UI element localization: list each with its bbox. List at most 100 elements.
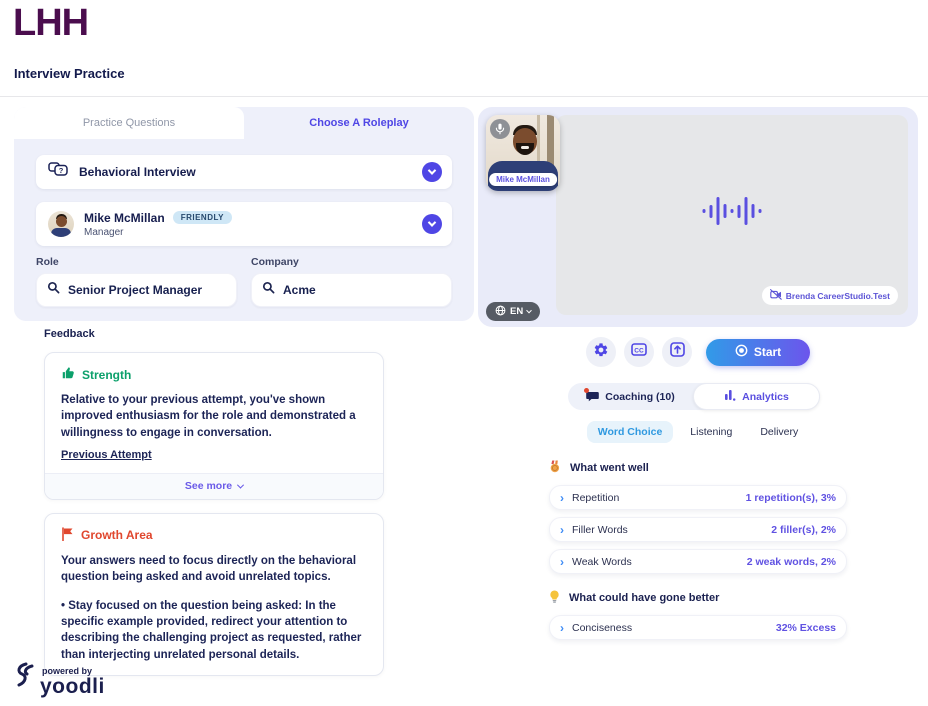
- coaching-tab-label: Coaching (10): [605, 391, 674, 403]
- went-well-heading-row: What went well: [549, 460, 847, 476]
- camera-off-icon: [770, 289, 782, 302]
- gone-better-heading-row: What could have gone better: [549, 590, 847, 606]
- persona-role: Manager: [84, 227, 232, 238]
- yoodli-wordmark: yoodli: [40, 676, 105, 697]
- role-input-box: [36, 273, 237, 307]
- analytics-subtabs: Word Choice Listening Delivery: [478, 421, 918, 443]
- chevron-right-icon: ›: [560, 524, 564, 536]
- role-company-fields: Role Company: [36, 256, 452, 307]
- subtab-word-choice[interactable]: Word Choice: [587, 421, 674, 443]
- persona-badge: FRIENDLY: [173, 211, 232, 224]
- chevron-down-icon: [428, 166, 436, 174]
- previous-attempt-link[interactable]: Previous Attempt: [61, 449, 152, 461]
- language-label: EN: [510, 306, 523, 317]
- gone-better-heading: What could have gone better: [569, 592, 719, 604]
- metric-value: 2 weak words, 2%: [747, 556, 836, 568]
- lightbulb-icon: [549, 590, 560, 606]
- analytics-tab-label: Analytics: [742, 391, 789, 403]
- scenario-label: Behavioral Interview: [79, 165, 196, 179]
- role-input[interactable]: [68, 283, 226, 297]
- growth-bullet-bold: • Stay focused on the question being ask…: [61, 600, 298, 612]
- company-input[interactable]: [283, 283, 441, 297]
- tab-analytics[interactable]: Analytics: [693, 383, 820, 410]
- tab-practice-questions[interactable]: Practice Questions: [14, 107, 244, 139]
- persona-expand-button[interactable]: [422, 214, 442, 234]
- share-button[interactable]: [662, 337, 692, 367]
- thumbs-up-icon: [61, 366, 75, 383]
- see-more-button[interactable]: See more: [45, 473, 383, 499]
- coaching-analytics-tabs: Coaching (10) Analytics: [568, 383, 820, 410]
- audio-waveform: [703, 197, 762, 225]
- metric-label: Repetition: [572, 492, 619, 504]
- comment-icon: [586, 391, 599, 402]
- metric-row-repetition[interactable]: › Repetition 1 repetition(s), 3%: [549, 485, 847, 510]
- chevron-down-icon: [237, 482, 244, 489]
- metric-row-weak-words[interactable]: › Weak Words 2 weak words, 2%: [549, 549, 847, 574]
- start-button[interactable]: Start: [706, 339, 810, 366]
- medal-icon: [549, 460, 561, 476]
- svg-text:CC: CC: [634, 347, 644, 354]
- strength-title: Strength: [82, 368, 131, 382]
- went-well-heading: What went well: [570, 462, 649, 474]
- company-field-label: Company: [251, 256, 452, 268]
- powered-by-yoodli: powered by yoodli: [12, 658, 105, 697]
- bar-chart-icon: [724, 389, 736, 404]
- feedback-heading: Feedback: [44, 328, 384, 340]
- gear-icon: [593, 342, 609, 363]
- metric-row-filler-words[interactable]: › Filler Words 2 filler(s), 2%: [549, 517, 847, 542]
- search-icon: [47, 281, 60, 299]
- captions-button[interactable]: CC: [624, 337, 654, 367]
- mic-icon: [490, 119, 510, 139]
- growth-area-card: Growth Area Your answers need to focus d…: [44, 513, 384, 676]
- tab-choose-a-roleplay[interactable]: Choose A Roleplay: [244, 107, 474, 139]
- see-more-label: See more: [185, 480, 232, 492]
- interview-practice-page: LHH Interview Practice Practice Question…: [0, 0, 928, 706]
- chevron-down-icon: [526, 307, 532, 313]
- language-selector[interactable]: EN: [486, 302, 540, 321]
- flag-icon: [61, 527, 74, 544]
- metric-label: Weak Words: [572, 556, 632, 568]
- strength-body: Relative to your previous attempt, you'v…: [61, 392, 367, 441]
- chevron-right-icon: ›: [560, 622, 564, 634]
- metric-label: Conciseness: [572, 622, 632, 634]
- settings-button[interactable]: [586, 337, 616, 367]
- metric-value: 2 filler(s), 2%: [771, 524, 836, 536]
- roleplay-setup-panel: Practice Questions Choose A Roleplay ? B…: [14, 107, 474, 321]
- company-input-box: [251, 273, 452, 307]
- role-field-label: Role: [36, 256, 237, 268]
- analytics-results: What went well › Repetition 1 repetition…: [549, 460, 847, 640]
- globe-icon: [495, 305, 506, 319]
- subtab-listening[interactable]: Listening: [679, 421, 743, 443]
- metric-value: 32% Excess: [776, 622, 836, 634]
- metric-value: 1 repetition(s), 3%: [746, 492, 836, 504]
- search-icon: [262, 281, 275, 299]
- tab-coaching[interactable]: Coaching (10): [568, 383, 693, 410]
- persona-name: Mike McMillan: [84, 211, 165, 225]
- watermark-label: Brenda CareerStudio.Test: [786, 291, 890, 301]
- session-column: Brenda CareerStudio.Test Mike McMillan: [478, 107, 918, 647]
- persona-text: Mike McMillan FRIENDLY Manager: [84, 211, 232, 238]
- record-icon: [735, 344, 748, 360]
- metric-row-conciseness[interactable]: › Conciseness 32% Excess: [549, 615, 847, 640]
- chevron-down-icon: [428, 218, 436, 226]
- video-stage: Brenda CareerStudio.Test: [556, 115, 908, 315]
- header-divider: [0, 96, 928, 97]
- scenario-expand-button[interactable]: [422, 162, 442, 182]
- chat-bubbles-icon: ?: [48, 162, 69, 183]
- growth-body: Your answers need to focus directly on t…: [61, 553, 367, 586]
- growth-bullet: • Stay focused on the question being ask…: [61, 598, 367, 663]
- feedback-section: Feedback Strength Relative to your previ…: [44, 328, 384, 676]
- coach-video-thumbnail[interactable]: Mike McMillan: [486, 115, 560, 191]
- svg-text:?: ?: [59, 166, 64, 175]
- subtab-delivery[interactable]: Delivery: [749, 421, 809, 443]
- share-upload-icon: [670, 342, 685, 362]
- chevron-right-icon: ›: [560, 556, 564, 568]
- strength-card: Strength Relative to your previous attem…: [44, 352, 384, 500]
- setup-tabbar: Practice Questions Choose A Roleplay: [14, 107, 474, 139]
- persona-select[interactable]: Mike McMillan FRIENDLY Manager: [36, 202, 452, 246]
- setup-panel-body: ? Behavioral Interview Mike McMillan FRI…: [14, 139, 474, 321]
- scenario-select[interactable]: ? Behavioral Interview: [36, 155, 452, 189]
- participant-watermark: Brenda CareerStudio.Test: [762, 286, 898, 305]
- yoodli-logo-mark: [12, 658, 36, 697]
- captions-icon: CC: [631, 343, 647, 361]
